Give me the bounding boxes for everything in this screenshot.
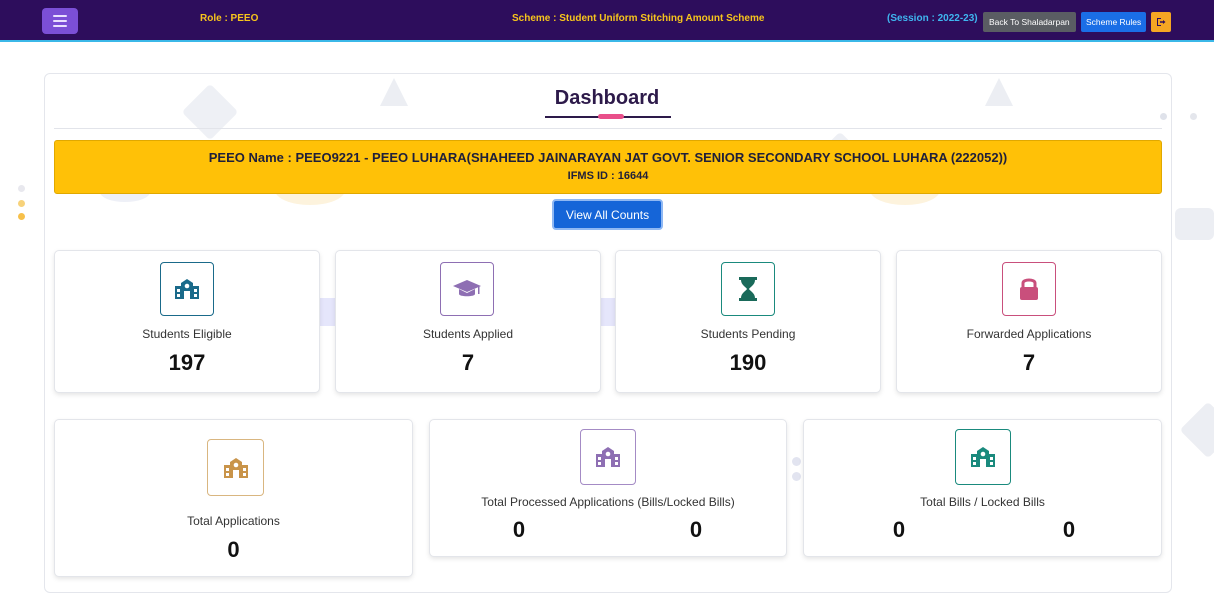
title-underline-accent	[598, 114, 624, 119]
decor-dot	[18, 185, 25, 192]
card-value: 7	[461, 350, 475, 375]
school-icon	[955, 429, 1011, 485]
card-label: Students Applied	[422, 327, 514, 341]
card-total-applications: Total Applications 0	[54, 419, 413, 577]
divider	[54, 128, 1162, 129]
school-icon	[207, 439, 264, 496]
processed-applications-count: 0	[512, 517, 526, 542]
hamburger-icon[interactable]	[42, 8, 78, 34]
card-students-pending: Students Pending 190	[615, 250, 881, 393]
card-forwarded-applications: Forwarded Applications 7	[896, 250, 1162, 393]
card-value: 197	[168, 350, 206, 375]
view-all-counts-button[interactable]: View All Counts	[552, 199, 663, 230]
session-label: (Session : 2022-23)	[887, 13, 978, 24]
decor-dot	[18, 200, 25, 207]
card-students-applied: Students Applied 7	[335, 250, 601, 393]
peeo-info-banner: PEEO Name : PEEO9221 - PEEO LUHARA(SHAHE…	[54, 140, 1162, 194]
card-label: Total Applications	[187, 514, 280, 528]
back-to-shaladarpan-button[interactable]: Back To Shaladarpan	[983, 12, 1076, 32]
processed-locked-count: 0	[689, 517, 703, 542]
card-students-eligible: Students Eligible 197	[54, 250, 320, 393]
scheme-rules-button[interactable]: Scheme Rules	[1081, 12, 1147, 32]
card-value: 0	[227, 537, 240, 562]
card-label: Students Eligible	[142, 327, 232, 341]
decor-dot	[1190, 113, 1197, 120]
card-label: Total Bills / Locked Bills	[920, 495, 1045, 509]
card-label: Total Processed Applications (Bills/Lock…	[481, 495, 735, 509]
page-title: Dashboard	[554, 87, 660, 109]
decor-dot	[18, 213, 25, 220]
card-label: Students Pending	[700, 327, 796, 341]
school-icon	[580, 429, 636, 485]
decor-diamond	[1179, 401, 1214, 459]
card-total-processed-applications: Total Processed Applications (Bills/Lock…	[429, 419, 787, 557]
role-label: Role : PEEO	[200, 13, 259, 24]
scheme-label: Scheme : Student Uniform Stitching Amoun…	[512, 13, 765, 24]
top-navbar: Role : PEEO Scheme : Student Uniform Sti…	[0, 0, 1214, 42]
graduation-cap-icon	[440, 262, 494, 316]
school-icon	[160, 262, 214, 316]
card-total-bills: Total Bills / Locked Bills 0 0	[803, 419, 1162, 557]
decor-chat-bubble	[1175, 208, 1214, 240]
peeo-name: PEEO Name : PEEO9221 - PEEO LUHARA(SHAHE…	[208, 150, 1008, 165]
locked-bills-count: 0	[1062, 517, 1076, 542]
logout-icon[interactable]	[1151, 12, 1171, 32]
card-label: Forwarded Applications	[966, 327, 1092, 341]
ifms-id: IFMS ID : 16644	[567, 170, 649, 182]
card-value: 7	[1022, 350, 1036, 375]
lock-icon	[1002, 262, 1056, 316]
total-bills-count: 0	[892, 517, 906, 542]
hourglass-icon	[721, 262, 775, 316]
card-value: 190	[729, 350, 767, 375]
